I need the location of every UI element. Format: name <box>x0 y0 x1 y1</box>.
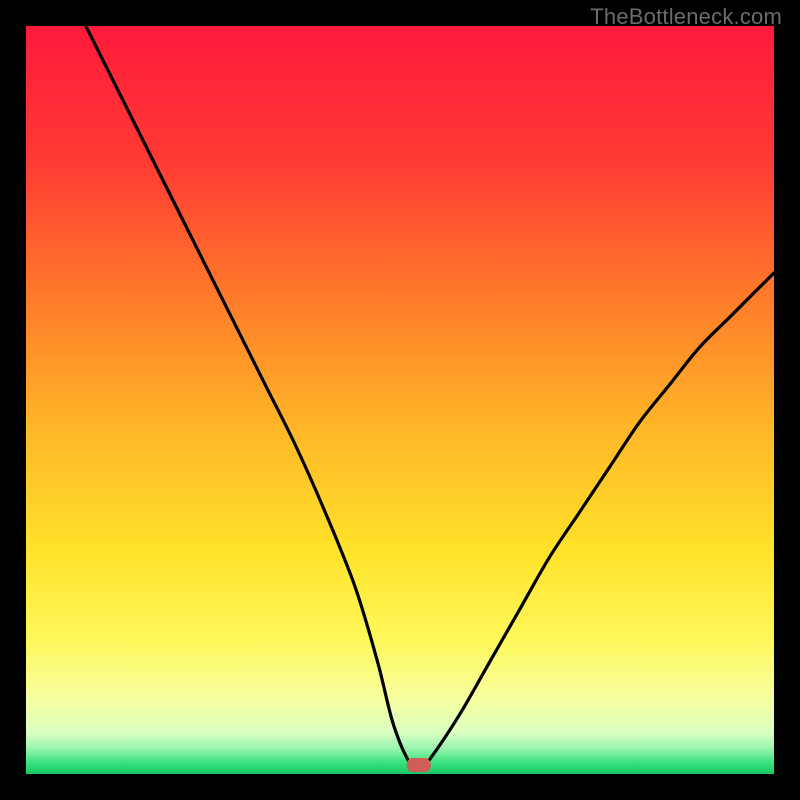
bottleneck-chart <box>26 26 774 774</box>
gradient-background <box>26 26 774 774</box>
bottleneck-marker <box>407 758 431 772</box>
chart-area <box>26 26 774 774</box>
